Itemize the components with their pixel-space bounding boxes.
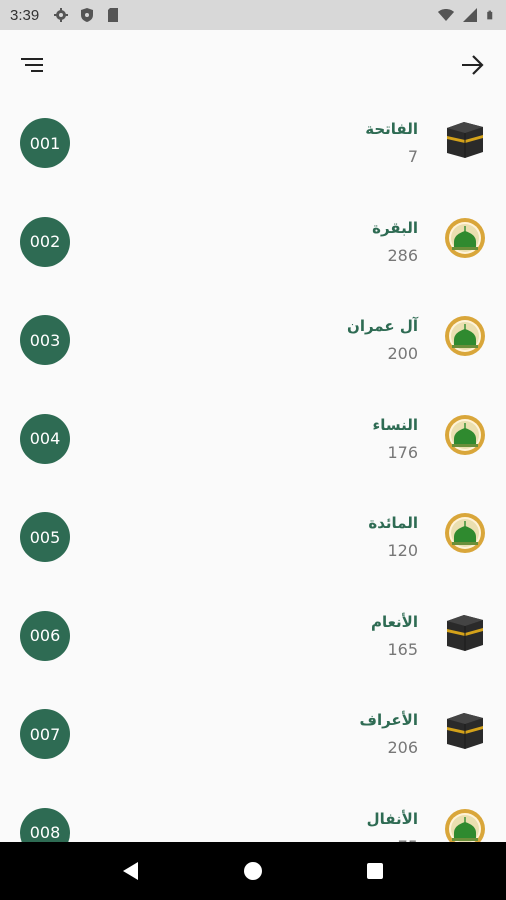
surah-verse-count: 200	[387, 344, 418, 363]
surah-verse-count: 286	[387, 245, 418, 265]
surah-verse-count: 7	[407, 147, 418, 166]
surah-verse-count: 176	[387, 442, 418, 462]
surah-name: المائدة	[368, 514, 418, 532]
surah-number-badge: 007	[20, 709, 70, 759]
surah-row[interactable]: 004 النساء 176	[0, 396, 506, 494]
screen: 3:39 001 الفاتحة 7 002 البقرة 286 003 آل…	[0, 0, 506, 900]
status-bar: 3:39	[0, 0, 506, 30]
surah-row[interactable]: 002 البقرة 286	[0, 199, 506, 297]
mosque-icon	[445, 316, 485, 356]
surah-list: 001 الفاتحة 7 002 البقرة 286 003 آل عمران 200 004…	[0, 100, 506, 842]
kaaba-icon	[447, 614, 483, 651]
recents-icon	[367, 863, 383, 879]
surah-name: الأنعام	[370, 612, 418, 631]
gear-icon	[54, 8, 69, 22]
status-icons-left	[53, 7, 121, 23]
status-icons-right	[438, 7, 496, 23]
surah-number-badge: 004	[20, 413, 70, 464]
navigation-bar	[0, 842, 506, 900]
surah-number-badge: 005	[20, 512, 70, 562]
sort-icon	[21, 58, 43, 72]
surah-number-badge: 002	[20, 216, 70, 267]
back-icon	[123, 862, 138, 880]
surah-name: البقرة	[372, 218, 418, 237]
kaaba-icon	[447, 713, 483, 749]
mosque-icon	[445, 414, 485, 455]
surah-verse-count: 165	[387, 639, 418, 659]
surah-verse-count: 206	[387, 738, 418, 757]
arrow-forward-icon	[462, 55, 484, 75]
home-button[interactable]	[238, 856, 268, 886]
back-button[interactable]	[116, 856, 146, 886]
shield-icon	[81, 8, 94, 22]
surah-name: الأعراف	[359, 711, 418, 729]
sort-button[interactable]	[18, 50, 48, 80]
wifi-icon	[438, 9, 454, 21]
surah-name: الفاتحة	[365, 120, 418, 138]
recents-button[interactable]	[360, 856, 390, 886]
surah-number-badge: 001	[20, 118, 70, 168]
surah-number-badge: 006	[20, 610, 70, 661]
surah-name: النساء	[372, 415, 418, 434]
surah-row[interactable]: 001 الفاتحة 7	[0, 100, 506, 198]
surah-name: آل عمران	[347, 317, 418, 335]
surah-row[interactable]: 003 آل عمران 200	[0, 297, 506, 395]
battery-icon	[487, 10, 493, 20]
kaaba-icon	[447, 122, 483, 158]
app-bar	[0, 30, 506, 100]
home-icon	[244, 862, 262, 880]
status-time: 3:39	[10, 6, 40, 24]
signal-icon	[463, 8, 477, 22]
mosque-icon	[445, 808, 485, 842]
mosque-icon	[445, 513, 485, 553]
surah-row[interactable]: 008الأنفال75	[0, 790, 506, 842]
forward-button[interactable]	[458, 50, 488, 80]
sd-card-icon	[108, 8, 119, 22]
surah-row[interactable]: 007 الأعراف 206	[0, 691, 506, 789]
surah-name: الأنفال	[366, 809, 418, 828]
surah-number-badge: 003	[20, 315, 70, 365]
mosque-icon	[445, 217, 485, 258]
surah-verse-count: 120	[387, 541, 418, 560]
surah-row[interactable]: 006 الأنعام 165	[0, 593, 506, 691]
surah-row[interactable]: 005 المائدة 120	[0, 494, 506, 592]
surah-number-badge: 008	[20, 807, 70, 842]
